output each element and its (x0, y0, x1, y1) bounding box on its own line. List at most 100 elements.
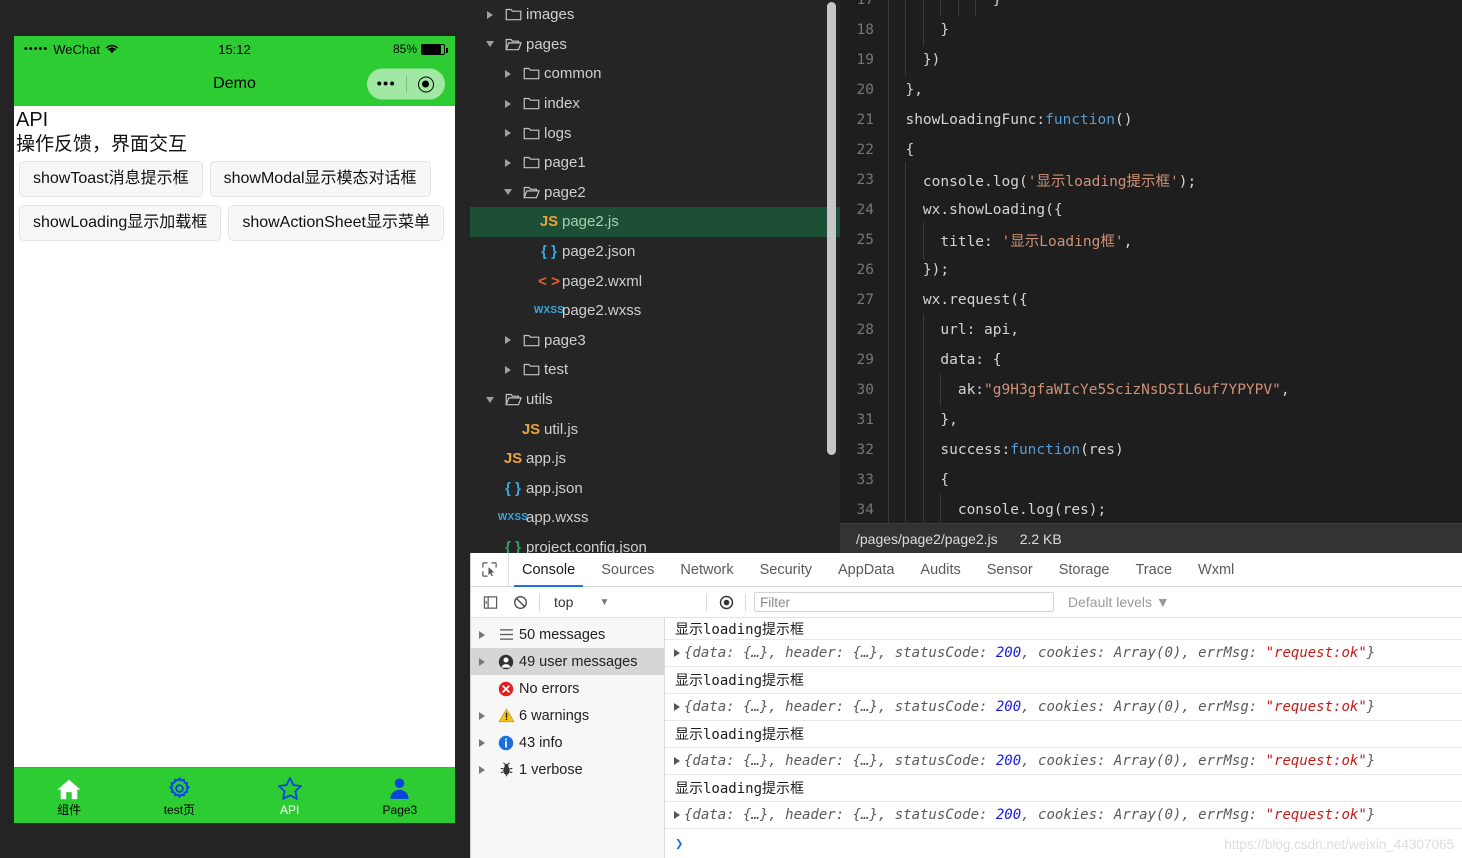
clear-console-icon[interactable] (509, 591, 531, 613)
code-line[interactable]: 34 console.log(res); (840, 495, 1462, 525)
console-output[interactable]: 显示loading提示框{data: {…}, header: {…}, sta… (665, 618, 1462, 858)
expand-object-chevron-icon[interactable] (670, 811, 684, 819)
file-tree-item-page2-js[interactable]: JSpage2.js (470, 207, 840, 237)
show-toast-button[interactable]: showToast消息提示框 (19, 161, 203, 197)
console-text-row[interactable]: 显示loading提示框 (665, 721, 1462, 748)
show-actionsheet-button[interactable]: showActionSheet显示菜单 (228, 205, 444, 241)
tab-console[interactable]: Console (509, 553, 588, 586)
log-levels-dropdown[interactable]: Default levels ▼ (1062, 594, 1170, 610)
console-object-row[interactable]: {data: {…}, header: {…}, statusCode: 200… (665, 694, 1462, 721)
chevron-right-icon[interactable] (471, 712, 493, 720)
file-tree-item-project-config-json[interactable]: { }project.config.json (470, 533, 840, 553)
show-console-sidebar-icon[interactable] (479, 591, 501, 613)
console-sidebar-item-warning[interactable]: 6 warnings (471, 702, 664, 729)
expand-object-chevron-icon[interactable] (670, 703, 684, 711)
file-tree-item-page1[interactable]: page1 (470, 148, 840, 178)
console-object-row[interactable]: {data: {…}, header: {…}, statusCode: 200… (665, 748, 1462, 775)
file-tree-item-app-wxss[interactable]: WXSSapp.wxss (470, 503, 840, 533)
code-line[interactable]: 26 }); (840, 255, 1462, 285)
console-sidebar-item-info[interactable]: 43 info (471, 729, 664, 756)
tab-network[interactable]: Network (667, 553, 746, 586)
chevron-down-icon[interactable] (498, 189, 518, 195)
show-modal-button[interactable]: showModal显示模态对话框 (210, 161, 431, 197)
tab-item-api[interactable]: API (235, 768, 345, 823)
file-tree-item-app-js[interactable]: JSapp.js (470, 444, 840, 474)
file-tree-item-images[interactable]: images (470, 0, 840, 30)
live-expression-icon[interactable] (715, 591, 737, 613)
code-line[interactable]: 27 wx.request({ (840, 285, 1462, 315)
tab-sources[interactable]: Sources (588, 553, 667, 586)
chevron-down-icon[interactable] (480, 397, 500, 403)
chevron-right-icon[interactable] (498, 159, 518, 167)
chevron-right-icon[interactable] (498, 336, 518, 344)
tab-trace[interactable]: Trace (1122, 553, 1185, 586)
console-sidebar-item-error[interactable]: No errors (471, 675, 664, 702)
inspect-element-icon[interactable] (471, 553, 509, 586)
chevron-right-icon[interactable] (498, 366, 518, 374)
code-line[interactable]: 24 wx.showLoading({ (840, 195, 1462, 225)
code-line[interactable]: 19 }) (840, 45, 1462, 75)
console-object-row[interactable]: {data: {…}, header: {…}, statusCode: 200… (665, 640, 1462, 667)
file-tree-item-index[interactable]: index (470, 89, 840, 119)
file-tree-scrollbar[interactable] (827, 2, 836, 455)
expand-object-chevron-icon[interactable] (670, 757, 684, 765)
console-sidebar-item-bug[interactable]: 1 verbose (471, 756, 664, 783)
file-tree-item-page2-json[interactable]: { }page2.json (470, 237, 840, 267)
code-line[interactable]: 17 } (840, 0, 1462, 15)
file-tree-item-test[interactable]: test (470, 355, 840, 385)
tab-item-page3[interactable]: Page3 (345, 768, 455, 823)
execution-context-dropdown[interactable]: top ▼ (548, 594, 698, 610)
more-dots-icon[interactable]: ••• (367, 77, 406, 92)
code-line[interactable]: 25 title: '显示Loading框', (840, 225, 1462, 255)
file-explorer[interactable]: imagespagescommonindexlogspage1page2JSpa… (470, 0, 840, 553)
code-line[interactable]: 23 console.log('显示loading提示框'); (840, 165, 1462, 195)
code-line[interactable]: 28 url: api, (840, 315, 1462, 345)
capsule-button[interactable]: ••• (367, 69, 445, 100)
code-line[interactable]: 21 showLoadingFunc:function() (840, 105, 1462, 135)
file-tree-item-page2-wxss[interactable]: WXSSpage2.wxss (470, 296, 840, 326)
console-text-row[interactable]: 显示loading提示框 (665, 618, 1462, 640)
file-tree-item-app-json[interactable]: { }app.json (470, 474, 840, 504)
tab-item-components[interactable]: 组件 (14, 768, 124, 823)
chevron-right-icon[interactable] (471, 631, 493, 639)
code-line[interactable]: 31 }, (840, 405, 1462, 435)
code-editor[interactable]: 17 }18 }19 })20 },21 showLoadingFunc:fun… (840, 0, 1462, 553)
chevron-right-icon[interactable] (471, 766, 493, 774)
console-object-row[interactable]: {data: {…}, header: {…}, statusCode: 200… (665, 802, 1462, 829)
file-tree-item-pages[interactable]: pages (470, 30, 840, 60)
tab-storage[interactable]: Storage (1046, 553, 1123, 586)
code-line[interactable]: 22 { (840, 135, 1462, 165)
console-text-row[interactable]: 显示loading提示框 (665, 667, 1462, 694)
code-line[interactable]: 20 }, (840, 75, 1462, 105)
tab-wxml[interactable]: Wxml (1185, 553, 1247, 586)
code-line[interactable]: 29 data: { (840, 345, 1462, 375)
console-text-row[interactable]: 显示loading提示框 (665, 775, 1462, 802)
chevron-right-icon[interactable] (498, 129, 518, 137)
target-circle-icon[interactable] (407, 76, 446, 92)
chevron-right-icon[interactable] (471, 658, 493, 666)
file-tree-item-util-js[interactable]: JSutil.js (470, 414, 840, 444)
chevron-down-icon[interactable] (480, 41, 500, 47)
code-line[interactable]: 30 ak:"g9H3gfaWIcYe5ScizNsDSIL6uf7YPYPV"… (840, 375, 1462, 405)
console-message-sidebar[interactable]: 50 messages49 user messagesNo errors6 wa… (471, 618, 665, 858)
code-line[interactable]: 32 success:function(res) (840, 435, 1462, 465)
file-tree-item-page2[interactable]: page2 (470, 178, 840, 208)
file-tree-item-common[interactable]: common (470, 59, 840, 89)
tab-sensor[interactable]: Sensor (974, 553, 1046, 586)
console-sidebar-item-list[interactable]: 50 messages (471, 621, 664, 648)
file-tree-item-logs[interactable]: logs (470, 118, 840, 148)
console-filter-input[interactable]: Filter (754, 592, 1054, 612)
code-line[interactable]: 33 { (840, 465, 1462, 495)
chevron-right-icon[interactable] (498, 70, 518, 78)
code-line[interactable]: 18 } (840, 15, 1462, 45)
file-tree-item-page2-wxml[interactable]: < >page2.wxml (470, 266, 840, 296)
console-sidebar-item-user[interactable]: 49 user messages (471, 648, 664, 675)
show-loading-button[interactable]: showLoading显示加载框 (19, 205, 221, 241)
chevron-right-icon[interactable] (480, 11, 500, 19)
chevron-right-icon[interactable] (471, 739, 493, 747)
file-tree-item-utils[interactable]: utils (470, 385, 840, 415)
tab-appdata[interactable]: AppData (825, 553, 907, 586)
tab-security[interactable]: Security (747, 553, 825, 586)
file-tree-item-page3[interactable]: page3 (470, 326, 840, 356)
tab-audits[interactable]: Audits (907, 553, 973, 586)
